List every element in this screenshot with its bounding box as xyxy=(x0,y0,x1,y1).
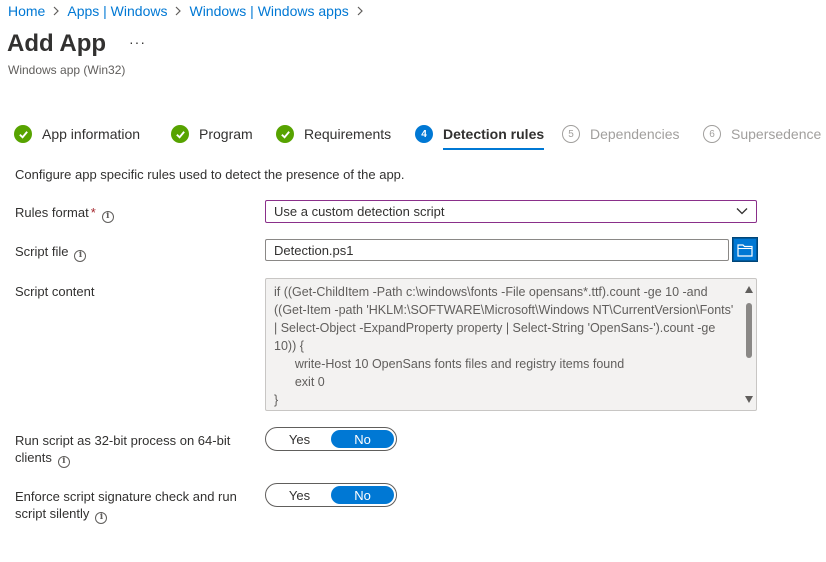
breadcrumb-home[interactable]: Home xyxy=(8,3,45,19)
enforce-signature-no-option[interactable]: No xyxy=(331,486,394,504)
step-label: Requirements xyxy=(304,126,392,142)
step-program[interactable]: Program xyxy=(171,123,253,145)
run-32bit-label-line1: Run script as 32-bit process on 64-bit xyxy=(15,433,231,448)
checkmark-icon xyxy=(171,125,189,143)
step-supersedence[interactable]: 6 Supersedence xyxy=(703,123,821,145)
enforce-signature-label-line1: Enforce script signature check and run xyxy=(15,489,237,504)
breadcrumb: Home Apps | Windows Windows | Windows ap… xyxy=(8,3,371,19)
run-32bit-yes-option[interactable]: Yes xyxy=(268,430,331,448)
page-title: Add App xyxy=(7,30,107,57)
page-subtitle: Windows app (Win32) xyxy=(8,63,126,77)
breadcrumb-apps-windows[interactable]: Apps | Windows xyxy=(67,3,167,19)
folder-icon xyxy=(737,243,753,257)
info-icon[interactable]: i xyxy=(57,455,70,468)
script-file-input[interactable]: Detection.ps1 xyxy=(265,239,729,261)
step-dependencies[interactable]: 5 Dependencies xyxy=(562,123,680,145)
script-content-text: if ((Get-ChildItem -Path c:\windows\font… xyxy=(274,285,734,407)
script-file-value: Detection.ps1 xyxy=(274,242,354,258)
run-32bit-label: Run script as 32-bit process on 64-bit c… xyxy=(15,432,230,468)
section-description: Configure app specific rules used to det… xyxy=(15,167,405,182)
script-file-label-text: Script file xyxy=(15,244,69,259)
chevron-right-icon xyxy=(356,6,364,16)
script-file-label: Script file i xyxy=(15,243,87,262)
checkmark-icon xyxy=(14,125,32,143)
vertical-scrollbar[interactable] xyxy=(742,279,756,410)
chevron-down-icon xyxy=(736,208,748,215)
step-label: Detection rules xyxy=(443,126,545,142)
wizard-steps: App information Program Requirements 4 D… xyxy=(14,123,826,151)
run-32bit-toggle[interactable]: Yes No xyxy=(265,427,397,451)
run-32bit-no-option[interactable]: No xyxy=(331,430,394,448)
script-content-textarea[interactable]: if ((Get-ChildItem -Path c:\windows\font… xyxy=(265,278,757,411)
rules-format-value: Use a custom detection script xyxy=(274,204,445,219)
step-label: Supersedence xyxy=(731,126,822,142)
scroll-down-arrow-icon[interactable] xyxy=(745,396,753,403)
rules-format-dropdown[interactable]: Use a custom detection script xyxy=(265,200,757,223)
step-label: Program xyxy=(199,126,253,142)
step-detection-rules[interactable]: 4 Detection rules xyxy=(415,123,545,150)
info-icon[interactable]: i xyxy=(101,210,114,223)
browse-file-button[interactable] xyxy=(732,237,758,262)
checkmark-icon xyxy=(276,125,294,143)
scroll-up-arrow-icon[interactable] xyxy=(745,286,753,293)
chevron-right-icon xyxy=(52,6,60,16)
enforce-signature-label: Enforce script signature check and run s… xyxy=(15,488,237,524)
rules-format-label-text: Rules format xyxy=(15,205,89,220)
info-icon[interactable]: i xyxy=(95,511,108,524)
step-app-information[interactable]: App information xyxy=(14,123,140,145)
step-number-badge: 6 xyxy=(703,125,721,143)
run-32bit-label-line2: clients xyxy=(15,450,52,465)
step-label: App information xyxy=(42,126,141,142)
rules-format-label: Rules format * i xyxy=(15,204,114,223)
breadcrumb-windows-apps[interactable]: Windows | Windows apps xyxy=(189,3,348,19)
more-options-button[interactable]: ··· xyxy=(129,34,146,50)
required-marker: * xyxy=(90,205,96,220)
enforce-signature-yes-option[interactable]: Yes xyxy=(268,486,331,504)
step-label: Dependencies xyxy=(590,126,680,142)
step-number-badge: 4 xyxy=(415,125,433,143)
script-content-label: Script content xyxy=(15,284,95,299)
active-step-indicator xyxy=(443,148,545,150)
chevron-right-icon xyxy=(174,6,182,16)
info-icon[interactable]: i xyxy=(74,249,87,262)
enforce-signature-toggle[interactable]: Yes No xyxy=(265,483,397,507)
scrollbar-thumb[interactable] xyxy=(746,303,752,358)
enforce-signature-label-line2: script silently xyxy=(15,506,90,521)
step-number-badge: 5 xyxy=(562,125,580,143)
step-requirements[interactable]: Requirements xyxy=(276,123,391,145)
